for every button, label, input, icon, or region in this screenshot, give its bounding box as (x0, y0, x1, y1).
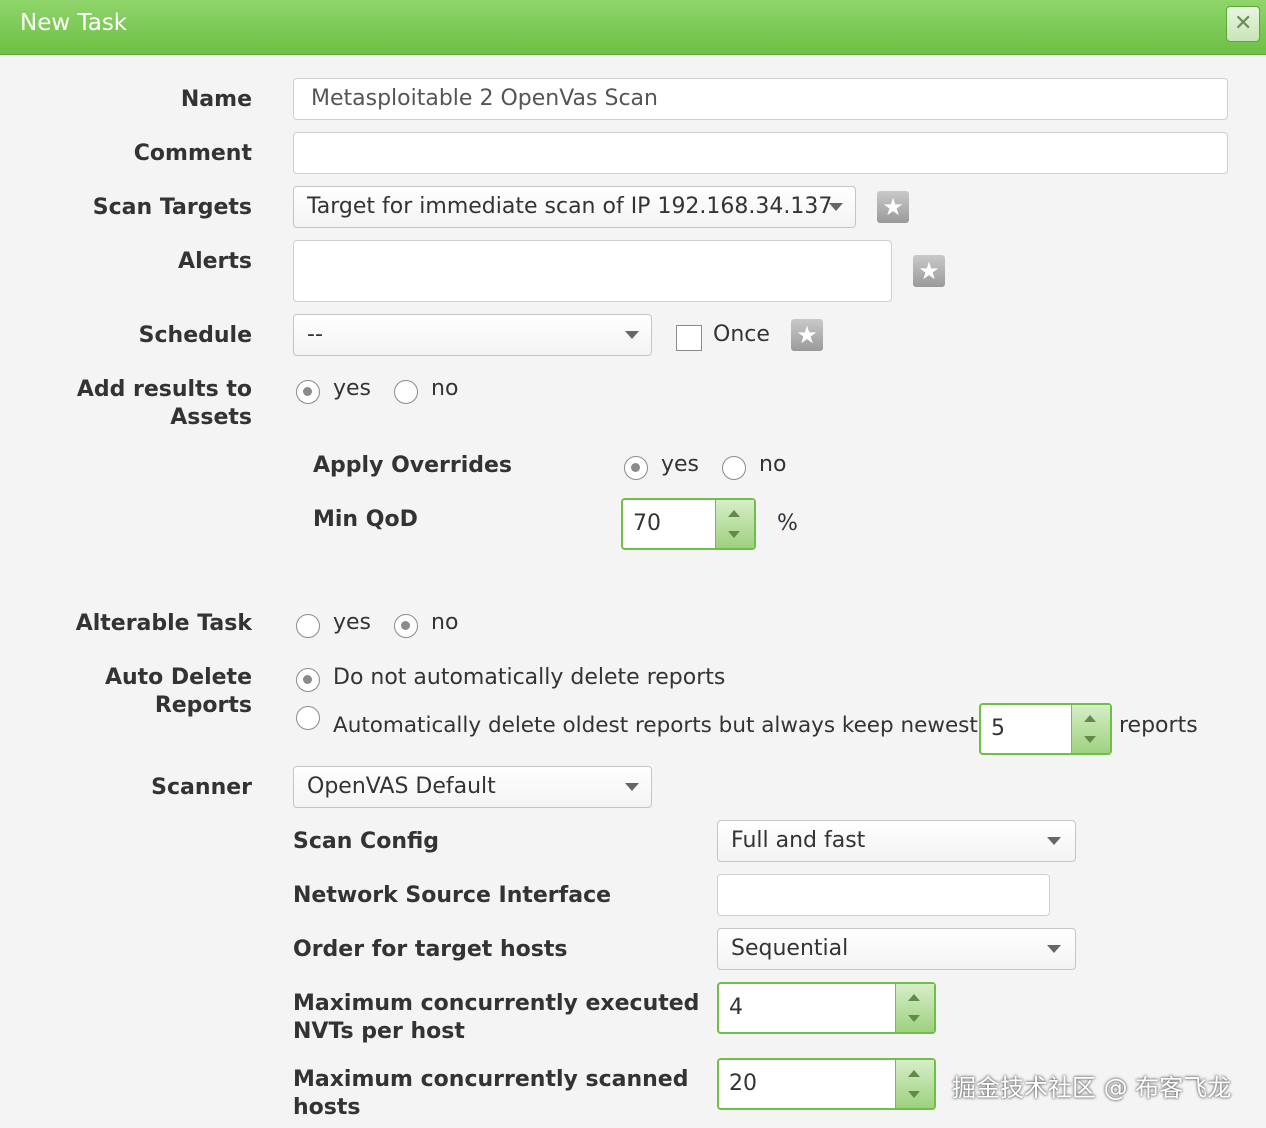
auto-delete-no-label: Do not automatically delete reports (333, 665, 726, 690)
spin-down-icon[interactable] (728, 531, 740, 538)
new-target-star-icon[interactable]: ★ (877, 191, 909, 223)
auto-delete-label-line1: Auto Delete (104, 665, 252, 690)
chevron-down-icon (1047, 945, 1061, 953)
chevron-down-icon (829, 203, 843, 211)
new-schedule-star-icon[interactable]: ★ (791, 319, 823, 351)
max-hosts-spinner[interactable]: 20 (717, 1058, 936, 1110)
alterable-task-label: Alterable Task (75, 611, 252, 636)
auto-delete-keep-label: Automatically delete oldest reports but … (333, 713, 978, 738)
scan-targets-label: Scan Targets (92, 195, 252, 220)
alterable-task-yes-label: yes (333, 610, 372, 635)
keep-newest-spin-buttons[interactable] (1071, 705, 1110, 753)
min-qod-label: Min QoD (313, 507, 418, 532)
close-icon: ✕ (1234, 11, 1253, 36)
scan-config-select[interactable]: Full and fast (717, 820, 1076, 862)
spin-up-icon[interactable] (908, 1070, 920, 1077)
max-nvts-label-line1: Maximum concurrently executed (293, 991, 700, 1016)
min-qod-spin-buttons[interactable] (715, 500, 754, 548)
schedule-once-label: Once (713, 322, 770, 347)
add-results-no-radio[interactable] (394, 380, 418, 404)
schedule-value: -- (307, 322, 323, 347)
name-label: Name (180, 87, 252, 112)
max-hosts-value: 20 (729, 1071, 757, 1096)
scan-config-label: Scan Config (293, 829, 440, 854)
watermark: 掘金技术社区 @ 布客飞龙 (952, 1074, 1232, 1102)
chevron-down-icon (625, 331, 639, 339)
dialog-titlebar: New Task ✕ (0, 0, 1266, 55)
scanner-select[interactable]: OpenVAS Default (293, 766, 652, 808)
scanner-value: OpenVAS Default (307, 774, 496, 799)
spin-up-icon[interactable] (728, 510, 740, 517)
close-button[interactable]: ✕ (1226, 6, 1260, 42)
dialog-title: New Task (20, 10, 128, 36)
add-results-no-label: no (431, 376, 459, 401)
max-hosts-label-line2: hosts (293, 1095, 361, 1120)
network-source-interface-label: Network Source Interface (293, 883, 612, 908)
spin-down-icon[interactable] (908, 1015, 920, 1022)
keep-newest-unit: reports (1119, 713, 1198, 738)
scanner-label: Scanner (151, 775, 252, 800)
spin-up-icon[interactable] (908, 994, 920, 1001)
comment-label: Comment (133, 141, 252, 166)
name-input[interactable]: Metasploitable 2 OpenVas Scan (293, 78, 1228, 120)
scan-targets-value: Target for immediate scan of IP 192.168.… (307, 194, 833, 219)
spin-down-icon[interactable] (1084, 736, 1096, 743)
apply-overrides-yes-label: yes (661, 452, 700, 477)
alterable-task-no-radio[interactable] (394, 614, 418, 638)
new-alert-star-icon[interactable]: ★ (913, 255, 945, 287)
alerts-label: Alerts (178, 249, 252, 274)
keep-newest-spinner[interactable]: 5 (979, 703, 1112, 755)
min-qod-spinner[interactable]: 70 (621, 498, 756, 550)
keep-newest-value: 5 (991, 716, 1005, 741)
chevron-down-icon (625, 783, 639, 791)
max-nvts-value: 4 (729, 995, 743, 1020)
apply-overrides-yes-radio[interactable] (624, 456, 648, 480)
chevron-down-icon (1047, 837, 1061, 845)
min-qod-unit: % (777, 511, 798, 536)
order-target-hosts-label: Order for target hosts (293, 937, 568, 962)
order-target-hosts-select[interactable]: Sequential (717, 928, 1076, 970)
scan-targets-select[interactable]: Target for immediate scan of IP 192.168.… (293, 186, 856, 228)
network-source-interface-input[interactable] (717, 874, 1050, 916)
max-nvts-label-line2: NVTs per host (293, 1019, 465, 1044)
comment-input[interactable] (293, 132, 1228, 174)
alerts-list[interactable] (293, 240, 892, 302)
apply-overrides-label: Apply Overrides (313, 453, 513, 478)
alterable-task-no-label: no (431, 610, 459, 635)
min-qod-value: 70 (633, 511, 661, 536)
max-hosts-spin-buttons[interactable] (895, 1060, 934, 1108)
schedule-select[interactable]: -- (293, 314, 652, 356)
spin-up-icon[interactable] (1084, 715, 1096, 722)
max-nvts-spin-buttons[interactable] (895, 984, 934, 1032)
auto-delete-no-radio[interactable] (296, 668, 320, 692)
spin-down-icon[interactable] (908, 1091, 920, 1098)
add-results-yes-label: yes (333, 376, 372, 401)
alterable-task-yes-radio[interactable] (296, 614, 320, 638)
auto-delete-keep-radio[interactable] (296, 706, 320, 730)
add-results-label-line2: Assets (170, 405, 252, 430)
scan-config-value: Full and fast (731, 828, 866, 853)
schedule-label: Schedule (138, 323, 252, 348)
apply-overrides-no-label: no (759, 452, 787, 477)
apply-overrides-no-radio[interactable] (722, 456, 746, 480)
auto-delete-label-line2: Reports (154, 693, 252, 718)
add-results-label-line1: Add results to (76, 377, 252, 402)
add-results-yes-radio[interactable] (296, 380, 320, 404)
max-hosts-label-line1: Maximum concurrently scanned (293, 1067, 689, 1092)
order-target-hosts-value: Sequential (731, 936, 849, 961)
max-nvts-spinner[interactable]: 4 (717, 982, 936, 1034)
schedule-once-checkbox[interactable] (676, 325, 702, 351)
